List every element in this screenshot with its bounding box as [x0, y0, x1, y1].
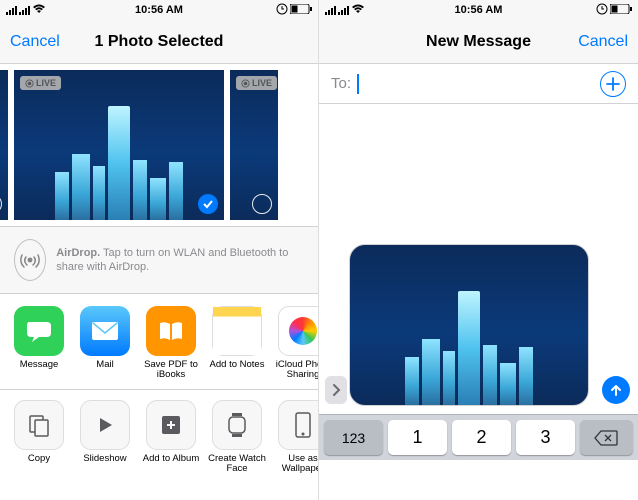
- action-add-album[interactable]: Add to Album: [142, 400, 200, 475]
- photo-thumbnail-prev[interactable]: [0, 70, 8, 220]
- message-icon: [14, 306, 64, 356]
- selection-check[interactable]: [198, 194, 218, 214]
- status-time: 10:56 AM: [135, 4, 183, 16]
- action-slideshow[interactable]: Slideshow: [76, 400, 134, 475]
- photos-icon: [278, 306, 318, 356]
- mail-icon: [80, 306, 130, 356]
- share-message[interactable]: Message: [10, 306, 68, 381]
- nav-bar: New Message Cancel: [319, 20, 638, 64]
- compose-body[interactable]: [319, 104, 638, 414]
- share-icloud-photo[interactable]: iCloud Photo Sharing: [274, 306, 318, 381]
- selection-circle[interactable]: [252, 194, 272, 214]
- key-1[interactable]: 1: [388, 420, 447, 455]
- watch-icon: [212, 400, 262, 450]
- text-cursor: [357, 74, 359, 94]
- ibooks-icon: [146, 306, 196, 356]
- key-3[interactable]: 3: [516, 420, 575, 455]
- cancel-button[interactable]: Cancel: [568, 20, 638, 64]
- nav-title: 1 Photo Selected: [95, 33, 224, 51]
- to-field[interactable]: To:: [319, 64, 638, 104]
- wifi-icon: [351, 3, 365, 17]
- notes-icon: [212, 306, 262, 356]
- share-sheet-screen: 10:56 AM Cancel 1 Photo Selected LIVE: [0, 0, 319, 500]
- status-time: 10:56 AM: [455, 4, 503, 16]
- to-label: To:: [331, 75, 351, 92]
- battery-icon: [610, 4, 632, 17]
- phone-icon: [278, 400, 318, 450]
- send-button[interactable]: [602, 376, 630, 404]
- orientation-lock-icon: [596, 3, 608, 18]
- photo-strip[interactable]: LIVE LIVE: [0, 64, 318, 226]
- keyboard-row: 123 1 2 3: [319, 414, 638, 460]
- key-mode[interactable]: 123: [324, 420, 383, 455]
- live-badge: LIVE: [236, 76, 277, 90]
- share-actions-row[interactable]: Copy Slideshow Add to Album Create Watch…: [0, 390, 318, 485]
- selection-circle[interactable]: [0, 194, 2, 214]
- share-notes[interactable]: Add to Notes: [208, 306, 266, 381]
- share-ibooks[interactable]: Save PDF to iBooks: [142, 306, 200, 381]
- action-wallpaper[interactable]: Use as Wallpaper: [274, 400, 318, 475]
- key-2[interactable]: 2: [452, 420, 511, 455]
- cancel-button[interactable]: Cancel: [0, 20, 70, 64]
- status-bar: 10:56 AM: [0, 0, 318, 20]
- action-copy[interactable]: Copy: [10, 400, 68, 475]
- orientation-lock-icon: [276, 3, 288, 18]
- nav-title: New Message: [426, 33, 531, 51]
- nav-bar: Cancel 1 Photo Selected: [0, 20, 318, 64]
- status-bar: 10:56 AM: [319, 0, 638, 20]
- live-badge: LIVE: [20, 76, 61, 90]
- add-album-icon: [146, 400, 196, 450]
- add-contact-button[interactable]: [600, 71, 626, 97]
- share-apps-row[interactable]: Message Mail Save PDF to iBooks Add to N…: [0, 294, 318, 390]
- photo-attachment[interactable]: [349, 244, 589, 406]
- airdrop-icon: [14, 239, 46, 281]
- signal-icon: [325, 6, 336, 15]
- new-message-screen: 10:56 AM New Message Cancel To:: [319, 0, 638, 500]
- play-icon: [80, 400, 130, 450]
- action-watch-face[interactable]: Create Watch Face: [208, 400, 266, 475]
- expand-apps-button[interactable]: [325, 376, 347, 404]
- share-mail[interactable]: Mail: [76, 306, 134, 381]
- photo-thumbnail-selected[interactable]: LIVE: [14, 70, 224, 220]
- battery-icon: [290, 4, 312, 17]
- signal-icon: [6, 6, 17, 15]
- copy-icon: [14, 400, 64, 450]
- signal-icon-2: [338, 6, 349, 15]
- key-backspace[interactable]: [580, 420, 633, 455]
- signal-icon-2: [19, 6, 30, 15]
- wifi-icon: [32, 3, 46, 17]
- photo-thumbnail-next[interactable]: LIVE: [230, 70, 278, 220]
- airdrop-row[interactable]: AirDrop. Tap to turn on WLAN and Bluetoo…: [0, 226, 318, 294]
- airdrop-text: AirDrop. Tap to turn on WLAN and Bluetoo…: [56, 246, 304, 275]
